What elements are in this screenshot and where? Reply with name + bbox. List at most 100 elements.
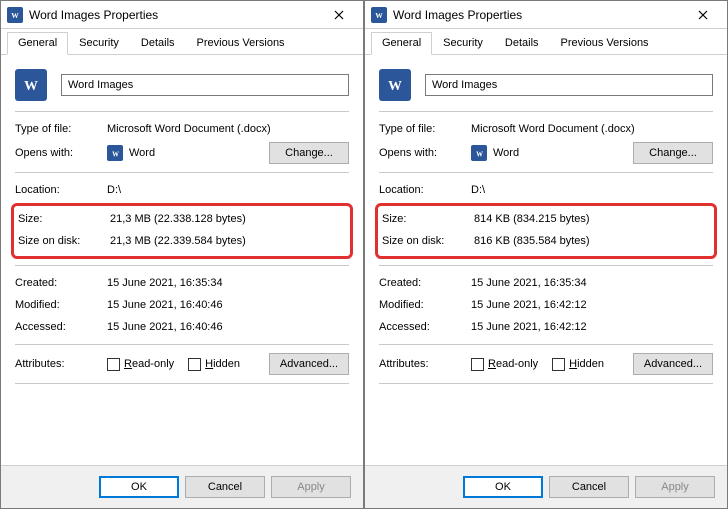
opens-with-label: Opens with:	[15, 147, 107, 159]
file-type-icon: W	[15, 69, 47, 101]
separator	[15, 111, 349, 112]
tab-details[interactable]: Details	[494, 32, 550, 55]
accessed-value: 15 June 2021, 16:42:12	[471, 321, 713, 333]
cancel-button[interactable]: Cancel	[549, 476, 629, 498]
tab-security[interactable]: Security	[68, 32, 130, 55]
close-button[interactable]	[685, 1, 721, 29]
accessed-label: Accessed:	[379, 321, 471, 333]
window-title: Word Images Properties	[393, 8, 685, 22]
tab-content: W Type of file: Microsoft Word Document …	[365, 55, 727, 465]
separator	[379, 383, 713, 384]
separator	[15, 265, 349, 266]
tab-security[interactable]: Security	[432, 32, 494, 55]
separator	[379, 111, 713, 112]
word-icon: W	[371, 7, 387, 23]
svg-text:W: W	[476, 151, 483, 158]
tab-strip: General Security Details Previous Versio…	[365, 29, 727, 55]
ok-button[interactable]: OK	[463, 476, 543, 498]
tab-details[interactable]: Details	[130, 32, 186, 55]
created-label: Created:	[379, 277, 471, 289]
tab-general[interactable]: General	[7, 32, 68, 55]
checkbox-icon	[107, 358, 120, 371]
opens-with-value: Word	[129, 147, 155, 159]
filename-input[interactable]	[61, 74, 349, 96]
tab-content: W Type of file: Microsoft Word Document …	[1, 55, 363, 465]
opens-with-value: Word	[493, 147, 519, 159]
change-button[interactable]: Change...	[269, 142, 349, 164]
filename-input[interactable]	[425, 74, 713, 96]
hidden-checkbox[interactable]: Hidden	[188, 358, 240, 371]
word-icon: W	[107, 145, 123, 161]
checkbox-icon	[188, 358, 201, 371]
created-value: 15 June 2021, 16:35:34	[107, 277, 349, 289]
created-value: 15 June 2021, 16:35:34	[471, 277, 713, 289]
tab-previous-versions[interactable]: Previous Versions	[186, 32, 296, 55]
close-icon	[698, 10, 708, 20]
size-highlight: Size: 814 KB (834.215 bytes) Size on dis…	[375, 203, 717, 259]
tab-strip: General Security Details Previous Versio…	[1, 29, 363, 55]
attributes-label: Attributes:	[15, 358, 107, 370]
close-button[interactable]	[321, 1, 357, 29]
dialog-footer: OK Cancel Apply	[1, 465, 363, 508]
svg-text:W: W	[375, 11, 383, 20]
advanced-button[interactable]: Advanced...	[633, 353, 713, 375]
location-label: Location:	[379, 184, 471, 196]
readonly-checkbox[interactable]: Read-only	[107, 358, 174, 371]
size-label: Size:	[18, 213, 110, 225]
tab-general[interactable]: General	[371, 32, 432, 55]
readonly-checkbox[interactable]: Read-only	[471, 358, 538, 371]
dialog-footer: OK Cancel Apply	[365, 465, 727, 508]
location-value: D:\	[107, 184, 349, 196]
cancel-button[interactable]: Cancel	[185, 476, 265, 498]
accessed-value: 15 June 2021, 16:40:46	[107, 321, 349, 333]
svg-text:W: W	[112, 151, 119, 158]
location-value: D:\	[471, 184, 713, 196]
titlebar: W Word Images Properties	[1, 1, 363, 29]
word-icon: W	[7, 7, 23, 23]
separator	[379, 344, 713, 345]
window-title: Word Images Properties	[29, 8, 321, 22]
ok-button[interactable]: OK	[99, 476, 179, 498]
svg-text:W: W	[11, 11, 19, 20]
apply-button[interactable]: Apply	[635, 476, 715, 498]
separator	[15, 383, 349, 384]
separator	[379, 172, 713, 173]
checkbox-icon	[471, 358, 484, 371]
type-of-file-label: Type of file:	[379, 123, 471, 135]
modified-label: Modified:	[15, 299, 107, 311]
location-label: Location:	[15, 184, 107, 196]
size-value: 814 KB (834.215 bytes)	[474, 213, 710, 225]
apply-button[interactable]: Apply	[271, 476, 351, 498]
titlebar: W Word Images Properties	[365, 1, 727, 29]
size-on-disk-value: 21,3 MB (22.339.584 bytes)	[110, 235, 346, 247]
separator	[15, 344, 349, 345]
type-of-file-value: Microsoft Word Document (.docx)	[107, 123, 349, 135]
hidden-checkbox[interactable]: Hidden	[552, 358, 604, 371]
size-on-disk-value: 816 KB (835.584 bytes)	[474, 235, 710, 247]
tab-previous-versions[interactable]: Previous Versions	[550, 32, 660, 55]
properties-dialog: W Word Images Properties General Securit…	[364, 0, 728, 509]
modified-value: 15 June 2021, 16:40:46	[107, 299, 349, 311]
size-highlight: Size: 21,3 MB (22.338.128 bytes) Size on…	[11, 203, 353, 259]
file-type-icon: W	[379, 69, 411, 101]
opens-with-label: Opens with:	[379, 147, 471, 159]
type-of-file-label: Type of file:	[15, 123, 107, 135]
properties-dialog: W Word Images Properties General Securit…	[0, 0, 364, 509]
size-on-disk-label: Size on disk:	[382, 235, 474, 247]
close-icon	[334, 10, 344, 20]
size-value: 21,3 MB (22.338.128 bytes)	[110, 213, 346, 225]
change-button[interactable]: Change...	[633, 142, 713, 164]
type-of-file-value: Microsoft Word Document (.docx)	[471, 123, 713, 135]
attributes-label: Attributes:	[379, 358, 471, 370]
separator	[379, 265, 713, 266]
accessed-label: Accessed:	[15, 321, 107, 333]
size-on-disk-label: Size on disk:	[18, 235, 110, 247]
svg-text:W: W	[388, 78, 402, 93]
advanced-button[interactable]: Advanced...	[269, 353, 349, 375]
svg-text:W: W	[24, 78, 38, 93]
checkbox-icon	[552, 358, 565, 371]
word-icon: W	[471, 145, 487, 161]
created-label: Created:	[15, 277, 107, 289]
size-label: Size:	[382, 213, 474, 225]
modified-value: 15 June 2021, 16:42:12	[471, 299, 713, 311]
